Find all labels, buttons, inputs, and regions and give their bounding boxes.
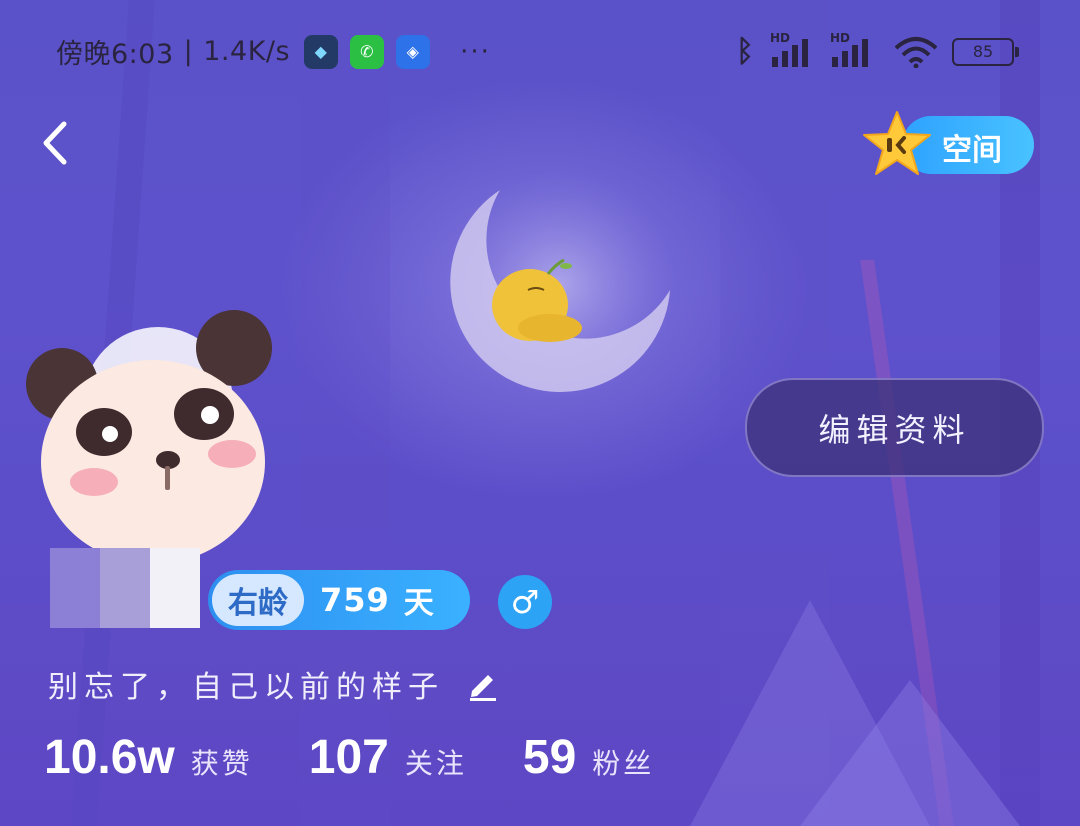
stat-likes[interactable]: 10.6w 获赞 <box>44 730 253 785</box>
blur-block <box>100 548 150 628</box>
signal-strength-icon: HD <box>770 31 818 69</box>
stat-fans[interactable]: 59 粉丝 <box>523 730 654 785</box>
gender-male-icon: ♂ <box>498 575 552 629</box>
mountain-shape <box>800 680 1020 826</box>
age-tag: 右龄 <box>212 574 304 626</box>
chevron-left-icon <box>43 121 67 165</box>
space-label: 空间 <box>942 133 1002 168</box>
stat-label: 粉丝 <box>592 747 655 780</box>
hd-label: HD <box>770 30 791 45</box>
moon-illustration <box>445 170 675 400</box>
space-button[interactable]: 空间 <box>862 111 1034 176</box>
wifi-icon <box>894 36 938 68</box>
stat-label: 获赞 <box>190 747 253 780</box>
battery-icon: 85 <box>952 37 1019 66</box>
blur-block <box>50 548 100 628</box>
age-badge: 右龄 759 天 <box>208 570 470 630</box>
stat-label: 关注 <box>404 747 467 780</box>
pencil-icon[interactable] <box>466 667 500 701</box>
stat-value: 10.6w <box>44 731 175 784</box>
stat-value: 107 <box>308 731 389 784</box>
stat-following[interactable]: 107 关注 <box>309 730 467 785</box>
map-app-icon: ◆ <box>304 34 339 69</box>
signature-text: 别忘了，自己以前的样子 <box>48 670 444 705</box>
status-left: 傍晚6:03 | 1.4K/s ◆ ✆ ◈ ··· <box>56 32 491 71</box>
profile-stats: 10.6w 获赞 107 关注 59 粉丝 <box>44 730 710 785</box>
bluetooth-icon: ᛒ <box>736 34 754 69</box>
wechat-icon: ✆ <box>350 34 385 69</box>
edit-profile-button[interactable]: 编辑资料 <box>745 378 1044 477</box>
status-bar: 傍晚6:03 | 1.4K/s ◆ ✆ ◈ ··· ᛒ HD HD 85 <box>0 0 1080 100</box>
status-right: ᛒ HD HD 85 <box>736 31 1019 69</box>
age-unit: 天 <box>403 586 434 621</box>
hd-label: HD <box>830 30 851 45</box>
age-days: 759 <box>320 581 390 619</box>
signature-row[interactable]: 别忘了，自己以前的样子 <box>48 662 500 706</box>
panda-avatar-image <box>26 310 272 564</box>
star-icon <box>863 111 931 175</box>
avatar[interactable] <box>18 302 280 564</box>
username-blurred <box>50 548 200 628</box>
battery-level: 85 <box>972 42 994 61</box>
stat-value: 59 <box>522 731 577 784</box>
status-separator: | <box>183 36 194 67</box>
back-button[interactable] <box>38 118 78 168</box>
blur-block <box>150 548 200 628</box>
network-speed: 1.4K/s <box>203 36 291 67</box>
status-time: 傍晚6:03 <box>56 39 174 70</box>
more-notifications-icon: ··· <box>460 36 491 67</box>
gov-app-icon: ◈ <box>396 34 431 69</box>
signal-strength-icon: HD <box>830 31 878 69</box>
